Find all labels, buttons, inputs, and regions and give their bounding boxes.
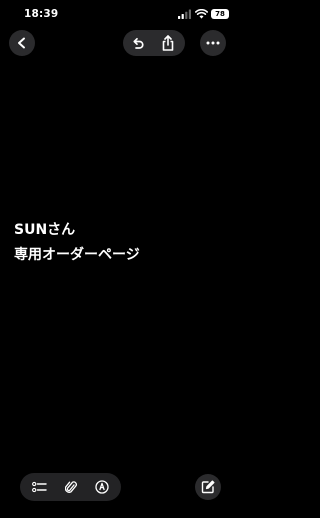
status-time: 18:39 xyxy=(24,8,59,20)
undo-icon xyxy=(131,36,145,50)
note-line-2: 専用オーダーページ xyxy=(14,247,140,263)
bottom-toolbar xyxy=(20,473,121,501)
compose-icon xyxy=(201,480,215,494)
markup-pen-icon xyxy=(94,480,109,494)
checklist-icon xyxy=(32,481,47,493)
chevron-left-icon xyxy=(16,37,28,49)
markup-button[interactable] xyxy=(89,474,115,500)
battery-indicator: 78 xyxy=(211,9,229,19)
compose-button[interactable] xyxy=(195,474,221,500)
undo-button[interactable] xyxy=(123,30,153,56)
note-body[interactable]: SUNさん 専用オーダーページ xyxy=(14,218,140,268)
back-button[interactable] xyxy=(9,30,35,56)
attachment-button[interactable] xyxy=(58,474,84,500)
more-icon xyxy=(206,41,220,45)
paperclip-icon xyxy=(64,480,77,495)
status-bar: 18:39 78 xyxy=(0,0,240,28)
signal-icon xyxy=(178,9,192,19)
status-icons: 78 xyxy=(178,8,229,20)
share-icon xyxy=(161,35,175,51)
wifi-icon xyxy=(195,9,208,19)
checklist-button[interactable] xyxy=(27,474,53,500)
share-button[interactable] xyxy=(153,30,183,56)
more-button[interactable] xyxy=(200,30,226,56)
action-pill xyxy=(123,30,185,56)
note-line-1: SUNさん xyxy=(14,222,76,238)
